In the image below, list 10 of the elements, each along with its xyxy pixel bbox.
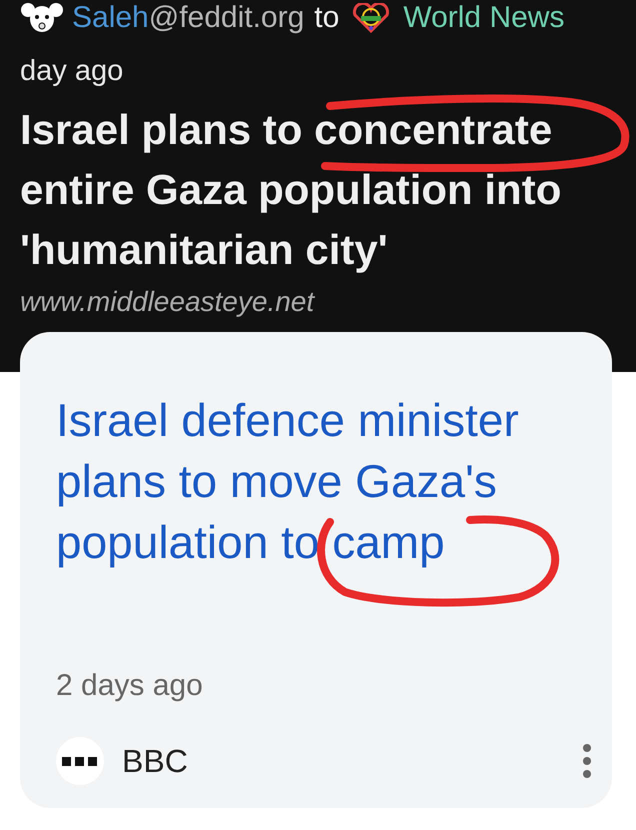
author-name[interactable]: Saleh [72,1,149,35]
post-domain[interactable]: www.middleeasteye.net [20,286,636,318]
community-name[interactable]: World News [403,1,564,35]
news-headline[interactable]: Israel defence minister plans to move Gaza's population to camp [56,390,576,573]
source-name: BBC [122,742,189,780]
post-title[interactable]: Israel plans to concentrate entire Gaza population into 'humanitarian city' [20,100,620,280]
post-age: day ago [20,54,124,88]
news-age: 2 days ago [56,669,204,703]
connector-text: to [314,1,340,35]
instance-name: @feddit.org [148,1,304,35]
